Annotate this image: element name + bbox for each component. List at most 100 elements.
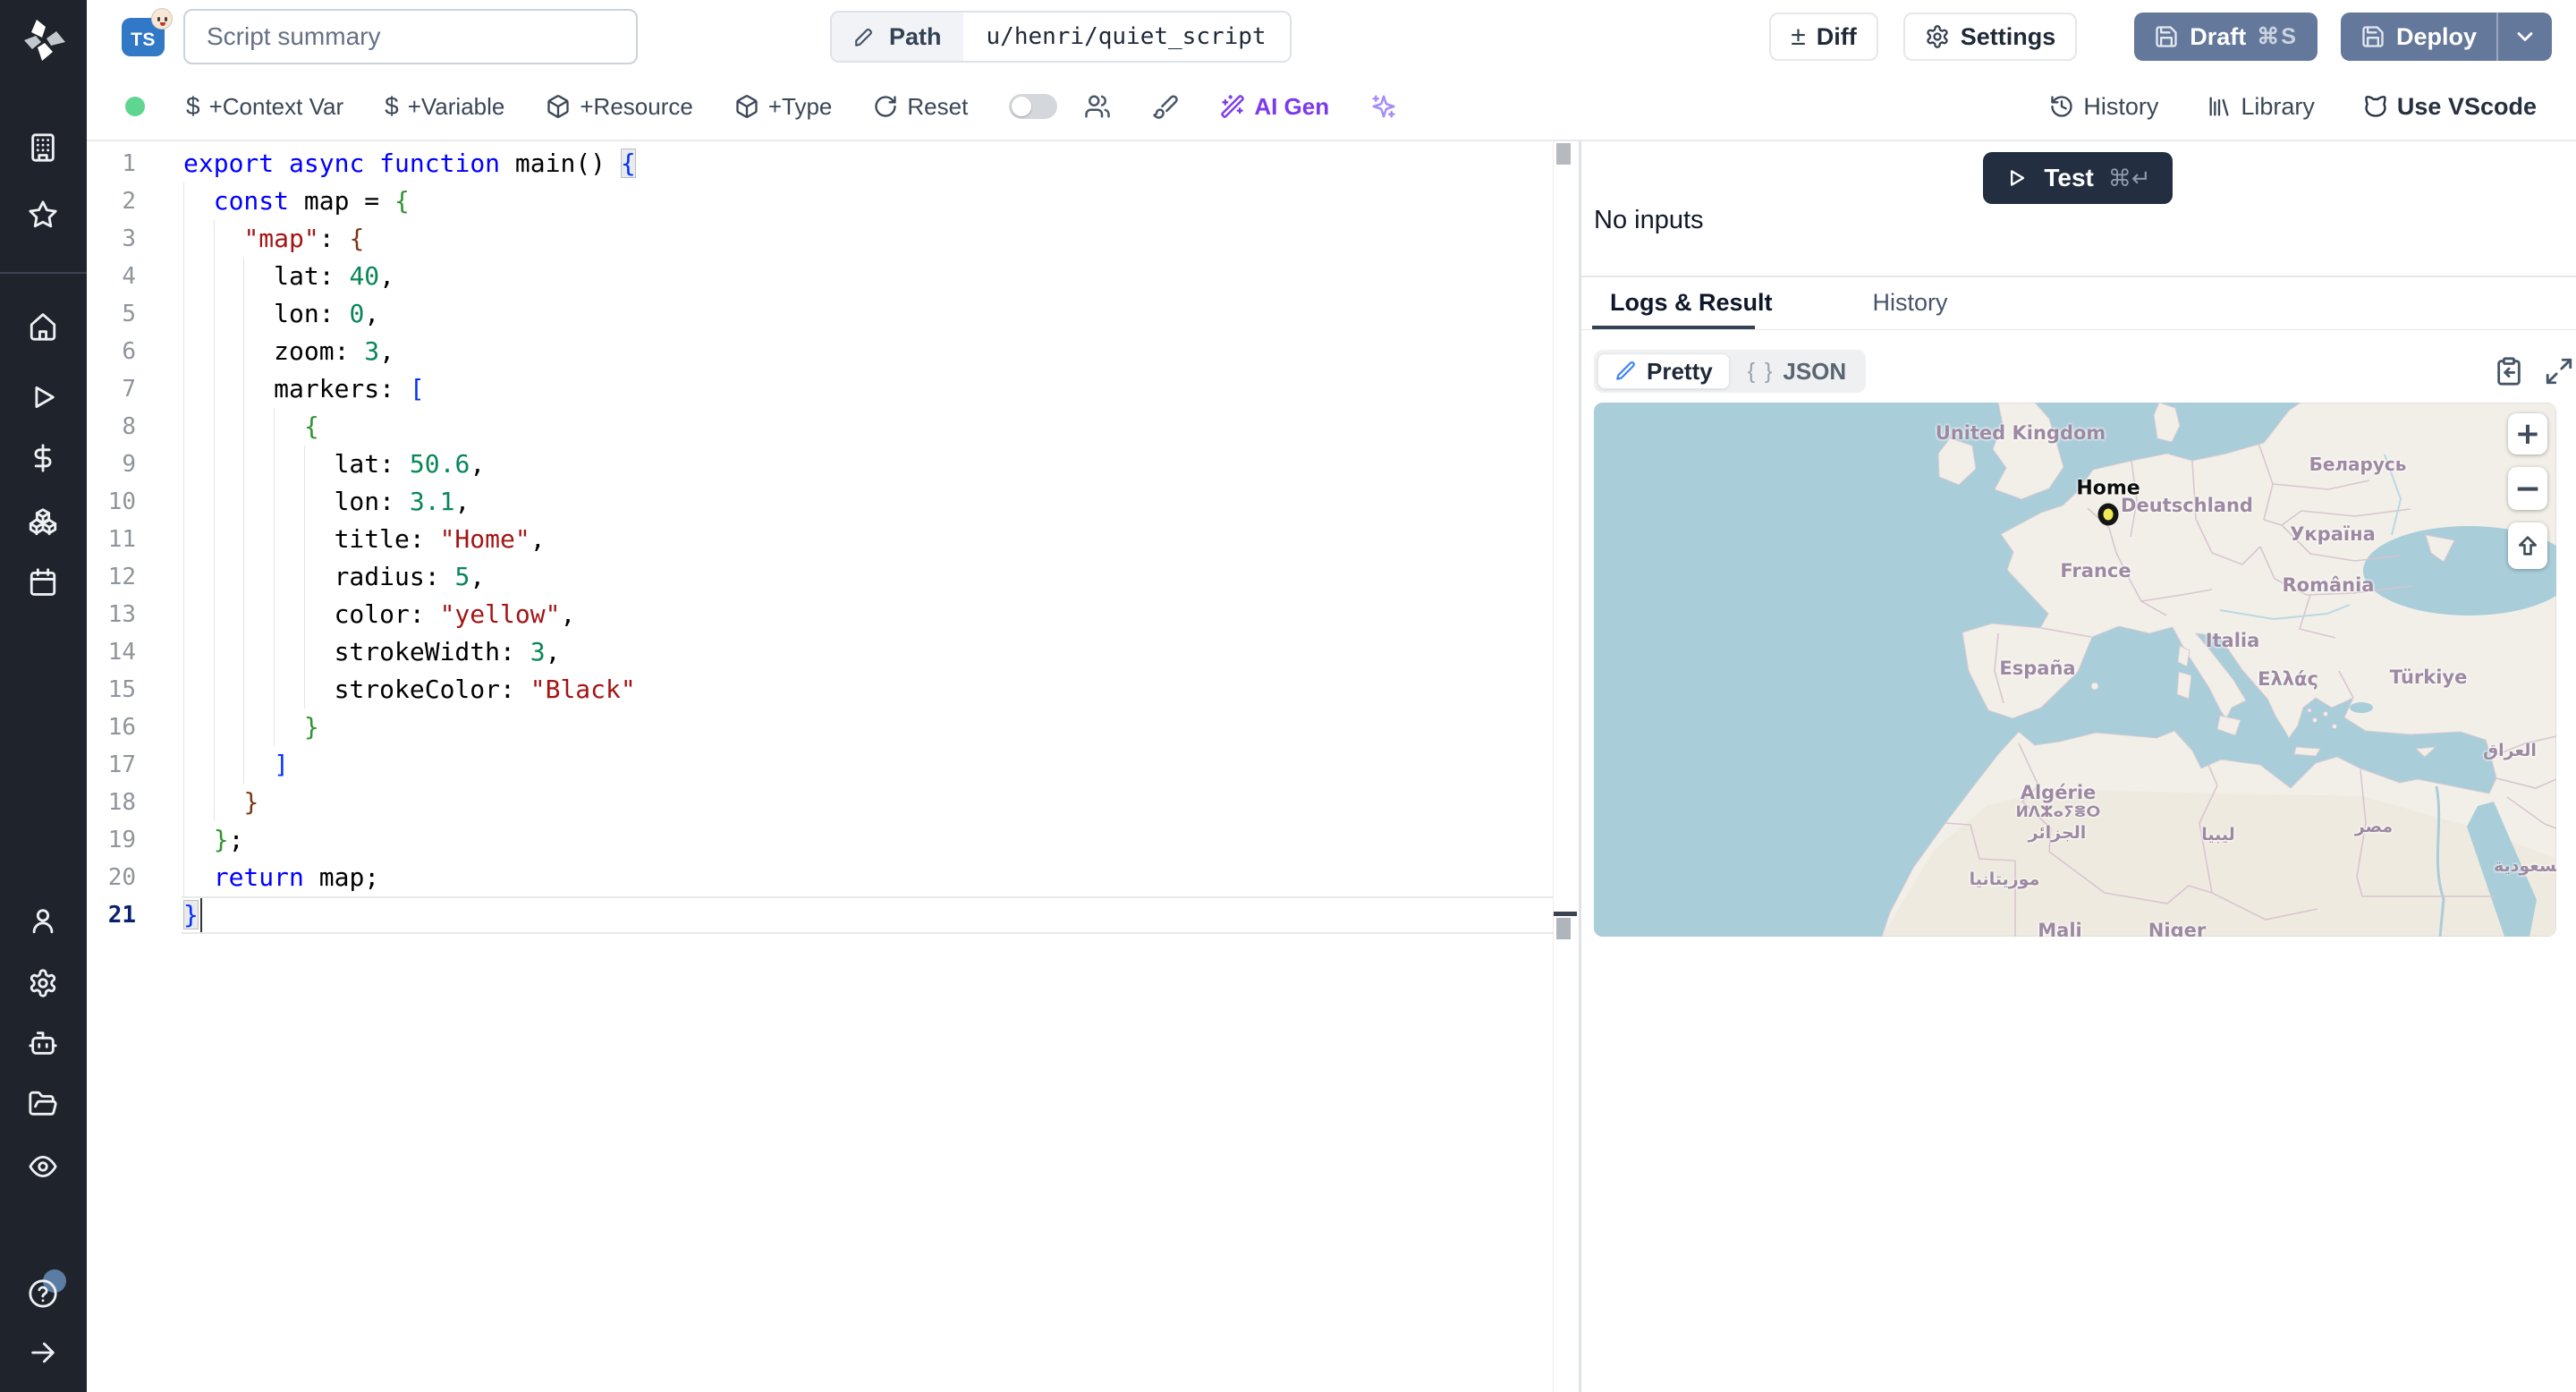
map-zoom-out-button[interactable]: − [2508, 467, 2547, 510]
code-line-11[interactable]: title: "Home", [183, 521, 636, 558]
sidebar-item-bot[interactable] [28, 1028, 58, 1058]
code-lines[interactable]: export async function main() { const map… [183, 145, 636, 934]
gear-icon [1927, 25, 1948, 48]
path-value[interactable]: u/henri/quiet_script [962, 13, 1290, 61]
sidebar-item-user[interactable] [28, 905, 58, 936]
map-country-label: Niger [2148, 920, 2207, 937]
sidebar [0, 0, 87, 1392]
sidebar-item-folder-open[interactable] [28, 1089, 58, 1119]
line-number-gutter: 1 2 3 4 5 6 7 8 9 10 11 12 13 14 15 16 17 18 19 20 21 [107, 150, 136, 929]
add-context-var-button[interactable]: $ +Context Var [186, 92, 343, 121]
map-country-label: Беларусь [2309, 454, 2407, 475]
scrollbar-thumb[interactable] [1556, 143, 1571, 165]
sidebar-item-calendar[interactable] [28, 567, 58, 598]
sidebar-item-arrow-right[interactable] [28, 1337, 58, 1368]
test-shortcut: ⌘↵ [2107, 164, 2151, 191]
settings-button[interactable]: Settings [1902, 13, 2078, 61]
code-line-15[interactable]: strokeColor: "Black" [183, 671, 636, 709]
sidebar-item-dollar-sign[interactable] [28, 443, 58, 473]
code-line-21[interactable]: } [183, 896, 636, 934]
result-tabs: Logs & Result History [1610, 289, 1948, 317]
sidebar-divider [0, 272, 87, 274]
format-brush-icon[interactable] [1152, 93, 1179, 120]
path-label-segment[interactable]: Path [832, 13, 963, 61]
map-country-label: Algérie [2020, 782, 2097, 803]
script-summary-input[interactable] [183, 9, 638, 64]
save-icon [2156, 26, 2177, 47]
run-as-toggle[interactable] [1009, 94, 1058, 119]
code-line-18[interactable]: } [183, 784, 636, 821]
json-view-button[interactable]: { } JSON [1732, 353, 1862, 389]
diff-button[interactable]: ± Diff [1769, 13, 1878, 61]
status-dot-icon [125, 97, 145, 116]
add-variable-button[interactable]: $ +Variable [385, 92, 504, 121]
deploy-button[interactable]: Deploy [2340, 13, 2496, 61]
code-line-14[interactable]: strokeWidth: 3, [183, 633, 636, 671]
sidebar-item-boxes[interactable] [28, 506, 58, 537]
toolbar-right: History Library Use VScode [2049, 93, 2576, 121]
code-line-16[interactable]: } [183, 709, 636, 746]
map-zoom-in-button[interactable]: + [2508, 413, 2547, 454]
path-widget[interactable]: Path u/henri/quiet_script [830, 11, 1292, 63]
sidebar-item-eye[interactable] [28, 1151, 58, 1182]
map-reset-view-button[interactable] [2508, 522, 2547, 569]
code-editor[interactable]: 1 2 3 4 5 6 7 8 9 10 11 12 13 14 15 16 17 18 19 20 21 export… [87, 141, 1579, 1392]
windmill-logo[interactable] [15, 12, 72, 69]
sidebar-item-home[interactable] [28, 311, 58, 342]
code-line-12[interactable]: radius: 5, [183, 558, 636, 596]
code-line-7[interactable]: markers: [ [183, 370, 636, 408]
sidebar-item-star[interactable] [28, 199, 58, 230]
add-resource-button[interactable]: +Resource [546, 93, 693, 121]
history-button[interactable]: History [2049, 93, 2158, 121]
reset-button[interactable]: Reset [873, 93, 968, 121]
map-country-label: Mali [2038, 920, 2082, 937]
wand-icon [1221, 95, 1245, 118]
map-country-label: España [1999, 658, 2076, 679]
code-line-8[interactable]: { [183, 408, 636, 446]
draft-shortcut: ⌘S [2257, 24, 2298, 49]
tab-logs-result[interactable]: Logs & Result [1610, 289, 1773, 317]
topbar: TS Path u/henri/quiet_script ± Diff [87, 0, 2576, 73]
code-line-6[interactable]: zoom: 3, [183, 333, 636, 370]
add-type-button[interactable]: +Type [734, 93, 832, 121]
sidebar-item-play[interactable] [28, 382, 58, 412]
draft-button[interactable]: Draft ⌘S [2134, 13, 2318, 61]
library-button[interactable]: Library [2207, 93, 2315, 121]
run-panel: Test ⌘↵ No inputs Logs & Result History … [1581, 141, 2576, 1392]
test-button[interactable]: Test ⌘↵ [1983, 152, 2173, 204]
arrow-right-icon [31, 1342, 55, 1363]
code-line-20[interactable]: return map; [183, 859, 636, 896]
result-map[interactable]: United Kingdom Беларусь Deutschland Україна… [1594, 403, 2556, 937]
sidebar-item-building[interactable] [28, 132, 58, 163]
code-line-10[interactable]: lon: 3.1, [183, 483, 636, 521]
pretty-view-button[interactable]: Pretty [1597, 353, 1730, 389]
sidebar-item-settings[interactable] [28, 968, 58, 998]
divider [1581, 329, 2576, 330]
users-icon[interactable] [1084, 93, 1111, 120]
code-line-17[interactable]: ] [183, 746, 636, 784]
code-line-9[interactable]: lat: 50.6, [183, 446, 636, 483]
sparkles-icon[interactable] [1370, 93, 1397, 120]
code-line-2[interactable]: const map = { [183, 182, 636, 220]
pencil-icon [855, 28, 872, 47]
copy-to-clipboard-icon[interactable] [2494, 356, 2524, 386]
building-icon [31, 133, 55, 162]
dollar-sign-icon [34, 444, 52, 472]
home-icon [30, 313, 56, 341]
map-marker-home[interactable] [2097, 503, 2119, 526]
sidebar-item-help-circle[interactable] [28, 1278, 58, 1309]
ai-gen-button[interactable]: AI Gen [1220, 93, 1329, 121]
code-line-4[interactable]: lat: 40, [183, 258, 636, 295]
deploy-dropdown-button[interactable] [2496, 13, 2552, 61]
code-line-5[interactable]: lon: 0, [183, 295, 636, 333]
use-vscode-button[interactable]: Use VScode [2363, 93, 2537, 121]
overview-line-mark [1556, 918, 1571, 939]
deploy-split-button: Deploy [2340, 13, 2552, 61]
user-icon [32, 909, 54, 934]
code-line-3[interactable]: "map": { [183, 220, 636, 258]
expand-icon[interactable] [2544, 356, 2574, 386]
code-line-19[interactable]: }; [183, 821, 636, 859]
tab-history[interactable]: History [1873, 289, 1948, 317]
code-line-1[interactable]: export async function main() { [183, 145, 636, 182]
code-line-13[interactable]: color: "yellow", [183, 596, 636, 633]
